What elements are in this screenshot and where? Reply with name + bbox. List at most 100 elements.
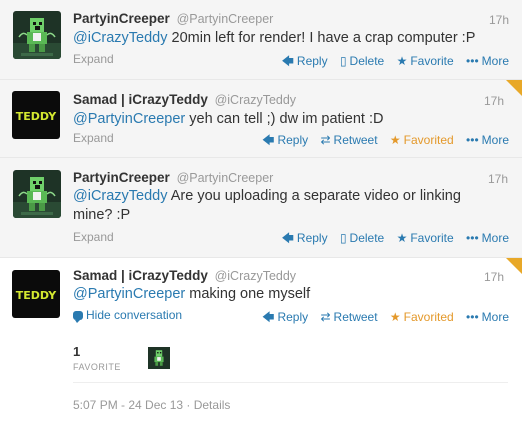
reply-label: Reply — [296, 54, 328, 68]
fullname[interactable]: Samad | iCrazyTeddy — [73, 268, 208, 283]
dots-icon: ••• — [466, 54, 479, 68]
expand-link[interactable]: Expand — [73, 52, 114, 66]
reply-button[interactable]: 🡄 Reply — [262, 131, 308, 152]
speech-bubble-icon — [73, 311, 83, 323]
favoriter-avatar[interactable] — [148, 347, 170, 369]
mention-link[interactable]: @PartyinCreeper — [73, 111, 185, 127]
favorited-corner-badge — [506, 80, 522, 96]
favorite-count: 1 — [73, 344, 81, 359]
favorite-label: Favorite — [410, 54, 454, 68]
tweet-header: Samad | iCrazyTeddy @iCrazyTeddy — [73, 92, 296, 107]
favorite-stats[interactable]: 1 FAVORITE — [73, 344, 121, 372]
tweet-header: Samad | iCrazyTeddy @iCrazyTeddy — [73, 268, 296, 283]
trash-icon: ▯ — [339, 231, 347, 245]
reply-label: Reply — [277, 310, 309, 324]
tweet-actions: 🡄 Reply ▯ Delete ★ Favorite ••• More — [273, 52, 510, 73]
more-label: More — [481, 54, 509, 68]
reply-arrow-icon: 🡄 — [262, 310, 275, 324]
tweet-text: @PartyinCreeper making one myself — [73, 285, 493, 304]
timestamp[interactable]: 17h — [484, 270, 504, 284]
reply-button[interactable]: 🡄 Reply — [262, 308, 308, 329]
favorited-label: Favorited — [403, 133, 454, 147]
mention-link[interactable]: @iCrazyTeddy — [73, 188, 168, 204]
timestamp[interactable]: 17h — [488, 172, 508, 186]
username[interactable]: @iCrazyTeddy — [215, 269, 296, 283]
delete-button[interactable]: ▯ Delete — [340, 54, 384, 68]
fullname[interactable]: PartyinCreeper — [73, 170, 170, 185]
star-icon: ★ — [389, 310, 401, 324]
tweet-meta[interactable]: 5:07 PM - 24 Dec 13 · Details — [73, 398, 230, 412]
reply-arrow-icon: 🡄 — [281, 231, 294, 245]
expand-link[interactable]: Expand — [73, 131, 114, 145]
tweet-text: @PartyinCreeper yeh can tell ;) dw im pa… — [73, 110, 493, 129]
tweet-body: making one myself — [185, 286, 311, 302]
tweet-body: yeh can tell ;) dw im patient :D — [185, 111, 384, 127]
favorited-button[interactable]: ★ Favorited — [390, 133, 454, 147]
tweet-body: 20min left for render! I have a crap com… — [167, 30, 476, 46]
tweet-text: @iCrazyTeddy Are you uploading a separat… — [73, 187, 493, 225]
more-label: More — [481, 133, 509, 147]
more-label: More — [481, 310, 509, 324]
favorited-corner-badge — [506, 258, 522, 274]
more-button[interactable]: ••• More — [466, 231, 509, 245]
fullname[interactable]: Samad | iCrazyTeddy — [73, 92, 208, 107]
avatar[interactable]: TEDDY — [12, 91, 60, 139]
favorite-stat-label: FAVORITE — [73, 362, 121, 372]
username[interactable]: @iCrazyTeddy — [215, 93, 296, 107]
favorited-button[interactable]: ★ Favorited — [390, 310, 454, 324]
expand-link[interactable]: Expand — [73, 230, 114, 244]
dots-icon: ••• — [466, 310, 479, 324]
tweet-item-expanded[interactable]: TEDDY Samad | iCrazyTeddy @iCrazyTeddy 1… — [0, 258, 522, 428]
tweet-header: PartyinCreeper @PartyinCreeper — [73, 170, 273, 185]
favorited-label: Favorited — [403, 310, 454, 324]
avatar[interactable]: TEDDY — [12, 270, 60, 318]
reply-label: Reply — [296, 231, 328, 245]
dots-icon: ••• — [466, 133, 479, 147]
more-button[interactable]: ••• More — [466, 310, 509, 324]
dots-icon: ••• — [466, 231, 479, 245]
retweet-icon: ⇄ — [320, 310, 331, 324]
favorite-button[interactable]: ★ Favorite — [397, 54, 454, 68]
fullname[interactable]: PartyinCreeper — [73, 11, 170, 26]
avatar-text: TEDDY — [16, 110, 57, 123]
tweet-actions: 🡄 Reply ▯ Delete ★ Favorite ••• More — [273, 229, 510, 250]
username[interactable]: @PartyinCreeper — [177, 171, 274, 185]
more-label: More — [481, 231, 509, 245]
avatar-text: TEDDY — [16, 289, 57, 302]
retweet-label: Retweet — [333, 310, 378, 324]
reply-button[interactable]: 🡄 Reply — [282, 52, 328, 73]
star-icon: ★ — [389, 133, 401, 147]
tweet-actions: 🡄 Reply ⇄ Retweet ★ Favorited ••• More — [253, 131, 509, 152]
reply-label: Reply — [277, 133, 309, 147]
reply-button[interactable]: 🡄 Reply — [282, 229, 328, 250]
timestamp[interactable]: 17h — [489, 13, 509, 27]
username[interactable]: @PartyinCreeper — [177, 12, 274, 26]
mention-link[interactable]: @PartyinCreeper — [73, 286, 185, 302]
favorite-button[interactable]: ★ Favorite — [397, 231, 454, 245]
delete-button[interactable]: ▯ Delete — [340, 231, 384, 245]
reply-arrow-icon: 🡄 — [262, 133, 275, 147]
retweet-button[interactable]: ⇄ Retweet — [320, 133, 377, 147]
trash-icon: ▯ — [339, 54, 347, 68]
more-button[interactable]: ••• More — [466, 133, 509, 147]
tweet-item[interactable]: TEDDY Samad | iCrazyTeddy @iCrazyTeddy 1… — [0, 80, 522, 158]
avatar[interactable] — [13, 11, 61, 59]
more-button[interactable]: ••• More — [466, 54, 509, 68]
hide-conversation-label: Hide conversation — [86, 308, 183, 322]
reply-arrow-icon: 🡄 — [281, 54, 294, 68]
retweet-icon: ⇄ — [320, 133, 331, 147]
divider — [73, 382, 508, 383]
tweet-item[interactable]: PartyinCreeper @PartyinCreeper 17h @iCra… — [0, 0, 522, 80]
tweet-header: PartyinCreeper @PartyinCreeper — [73, 11, 273, 26]
delete-label: Delete — [349, 231, 385, 245]
retweet-button[interactable]: ⇄ Retweet — [320, 310, 377, 324]
mention-link[interactable]: @iCrazyTeddy — [73, 30, 168, 46]
hide-conversation-link[interactable]: Hide conversation — [73, 308, 183, 323]
favorite-label: Favorite — [410, 231, 454, 245]
star-icon: ★ — [396, 54, 408, 68]
retweet-label: Retweet — [333, 133, 378, 147]
tweet-item[interactable]: PartyinCreeper @PartyinCreeper 17h @iCra… — [0, 158, 522, 258]
avatar[interactable] — [13, 170, 61, 218]
tweet-text: @iCrazyTeddy 20min left for render! I ha… — [73, 29, 493, 48]
timestamp[interactable]: 17h — [484, 94, 504, 108]
